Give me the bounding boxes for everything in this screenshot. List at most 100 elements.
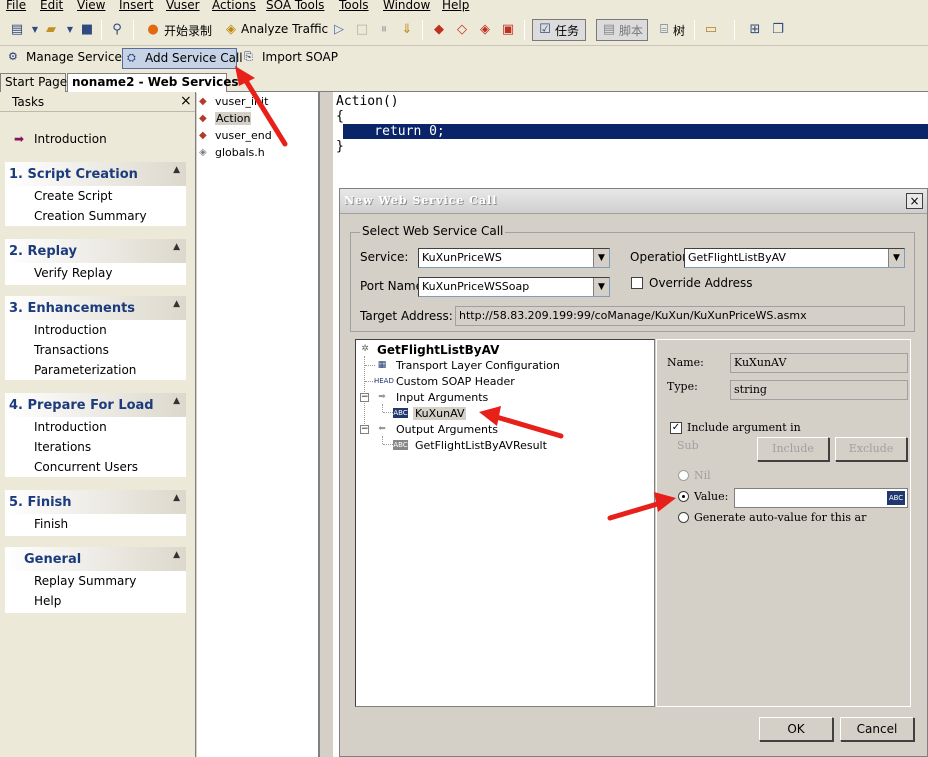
script-file-action[interactable]: Action [215,112,252,125]
import-soap-button[interactable]: ⎘ Import SOAP [240,48,340,69]
analyze-traffic-button[interactable]: Analyze Traffic [241,22,328,36]
port-name-select[interactable]: KuXunPriceWSSoap ▼ [418,277,610,297]
exclude-button[interactable]: Exclude [835,437,907,461]
menu-window[interactable]: Window [383,0,430,12]
tree-input-kuxunav[interactable]: KuXunAV [413,407,467,420]
menu-insert[interactable]: Insert [119,0,153,12]
task-introduction[interactable]: Introduction [34,420,107,434]
tree-output-result[interactable]: GetFlightListByAVResult [415,439,547,452]
tree-view-button[interactable]: 树 [673,22,685,39]
override-address-checkbox[interactable] [631,277,643,289]
tree-input-arguments[interactable]: Input Arguments [396,391,488,404]
menu-actions[interactable]: Actions [212,0,256,12]
chevron-up-icon[interactable]: ▲ [173,550,180,560]
chevron-up-icon[interactable]: ▲ [173,396,180,406]
task-help[interactable]: Help [34,594,61,608]
cancel-button[interactable]: Cancel [840,717,914,741]
tree-transport-layer[interactable]: Transport Layer Configuration [396,359,560,372]
service-select[interactable]: KuXunPriceWS ▼ [418,248,610,268]
tree-view-icon[interactable]: ⌸ [655,22,673,38]
include-argument-checkbox[interactable]: ✓ [670,422,682,434]
close-icon[interactable]: × [180,93,192,109]
task-group-replay[interactable]: 2. Replay ▲ [5,239,186,263]
stop-icon[interactable]: □ [353,22,371,38]
run-to-cursor-icon[interactable]: ◈ [476,22,494,38]
chevron-down-icon[interactable]: ▼ [593,249,609,267]
target-address-field[interactable]: http://58.83.209.199:99/coManage/KuXun/K… [455,306,905,326]
task-group-script-creation[interactable]: 1. Script Creation ▲ [5,162,186,186]
task-transactions[interactable]: Transactions [34,343,109,357]
chevron-down-icon[interactable]: ▼ [888,249,904,267]
task-concurrent-users[interactable]: Concurrent Users [34,460,138,474]
tab-start-page[interactable]: Start Page [0,73,67,92]
task-iterations[interactable]: Iterations [34,440,91,454]
task-create-script[interactable]: Create Script [34,189,113,203]
chevron-up-icon[interactable]: ▲ [173,242,180,252]
task-parameterization[interactable]: Parameterization [34,363,136,377]
operation-select[interactable]: GetFlightListByAV ▼ [684,248,905,268]
ok-button[interactable]: OK [759,717,833,741]
open-icon[interactable]: ▰ [42,22,60,38]
operation-tree[interactable]: ✲ GetFlightListByAV ▦ Transport Layer Co… [355,339,655,707]
task-group-enhancements[interactable]: 3. Enhancements ▲ [5,296,186,320]
run-icon[interactable]: ▣ [499,22,517,38]
task-replay-summary[interactable]: Replay Summary [34,574,136,588]
pause-icon[interactable]: ⏸ [375,22,393,38]
pane-splitter[interactable] [322,92,333,757]
script-file-vuser-end[interactable]: vuser_end [215,129,272,142]
menu-tools[interactable]: Tools [339,0,369,12]
tree-root-operation[interactable]: GetFlightListByAV [377,343,499,357]
auto-value-radio[interactable] [678,512,689,523]
value-radio[interactable] [678,491,689,502]
find-icon[interactable]: ⚲ [108,22,126,38]
task-group-general[interactable]: General ▲ [5,547,186,571]
dialog-title-bar[interactable]: New Web Service Call × [340,189,927,214]
menu-soa-tools[interactable]: SOA Tools [266,0,324,12]
menu-view[interactable]: View [77,0,105,12]
value-input[interactable]: ABC [734,488,908,508]
menu-vuser[interactable]: Vuser [166,0,200,12]
task-group-finish[interactable]: 5. Finish ▲ [5,490,186,514]
chevron-up-icon[interactable]: ▲ [173,165,180,175]
task-finish[interactable]: Finish [34,517,68,531]
menu-help[interactable]: Help [442,0,469,12]
collapse-icon[interactable]: − [360,393,369,402]
window-icon[interactable]: ❐ [769,22,787,38]
add-service-call-button[interactable]: ⛭ Add Service Call [122,48,243,69]
include-button[interactable]: Include [757,437,829,461]
analyze-icon[interactable]: ◈ [222,22,240,38]
script-file-vuser-init[interactable]: vuser_init [215,95,268,108]
task-verify-replay[interactable]: Verify Replay [34,266,112,280]
save-icon[interactable]: ■ [78,22,96,38]
play-icon[interactable]: ▷ [330,22,348,38]
chevron-up-icon[interactable]: ▲ [173,493,180,503]
script-view-button[interactable]: ▤ 脚本 [596,19,648,41]
record-icon[interactable]: ● [144,22,162,38]
collapse-icon[interactable]: − [360,425,369,434]
breakpoint-icon[interactable]: ◆ [430,22,448,38]
chevron-down-icon[interactable]: ▼ [593,278,609,296]
compile-icon[interactable]: ⇓ [398,22,416,38]
nil-radio[interactable] [678,470,689,481]
start-record-button[interactable]: 开始录制 [164,22,212,39]
breakpoint-list-icon[interactable]: ◇ [453,22,471,38]
tab-noname2-web-services[interactable]: noname2 - Web Services [67,73,239,93]
settings-icon[interactable]: ⊞ [746,22,764,38]
chevron-up-icon[interactable]: ▲ [173,299,180,309]
task-group-prepare-for-load[interactable]: 4. Prepare For Load ▲ [5,393,186,417]
menu-edit[interactable]: Edit [40,0,63,12]
chevron-down-icon[interactable]: ▼ [61,22,79,38]
tree-custom-soap-header[interactable]: Custom SOAP Header [396,375,515,388]
new-script-icon[interactable]: ▤ [8,22,26,38]
output-pane-icon[interactable]: ▭ [702,22,720,38]
manage-services-button[interactable]: ⚙ Manage Services [4,48,128,69]
string-type-icon[interactable]: ABC [887,491,905,505]
close-icon[interactable]: × [906,193,923,209]
tasks-toggle-button[interactable]: ☑ 任务 [532,19,586,41]
task-introduction[interactable]: Introduction [34,132,107,146]
task-introduction[interactable]: Introduction [34,323,107,337]
script-file-globals-h[interactable]: globals.h [215,146,265,159]
menu-file[interactable]: File [6,0,26,12]
tree-output-arguments[interactable]: Output Arguments [396,423,498,436]
task-creation-summary[interactable]: Creation Summary [34,209,147,223]
